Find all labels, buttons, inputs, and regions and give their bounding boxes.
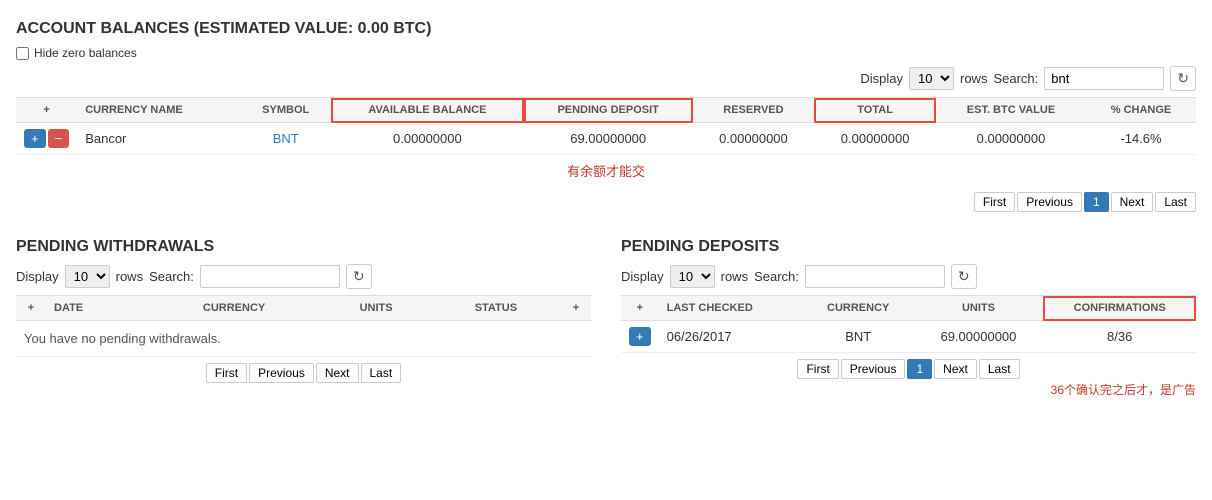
- pd-col-plus: +: [621, 296, 659, 321]
- last-page-button[interactable]: Last: [1155, 192, 1196, 212]
- deposits-table-row: + 06/26/2017 BNT 69.00000000 8/36: [621, 321, 1196, 353]
- est-btc-value: 0.00000000: [936, 123, 1086, 155]
- pd-currency: BNT: [803, 321, 914, 353]
- prev-page-button[interactable]: Previous: [1017, 192, 1082, 212]
- wd-next-button[interactable]: Next: [316, 363, 359, 383]
- wd-col-plus: +: [16, 296, 46, 321]
- add-row-button[interactable]: +: [24, 129, 46, 148]
- wd-col-plus2: +: [561, 296, 591, 321]
- wd-prev-button[interactable]: Previous: [249, 363, 314, 383]
- pd-last-checked: 06/26/2017: [659, 321, 803, 353]
- remove-row-button[interactable]: −: [48, 129, 70, 148]
- col-est-btc: EST. BTC VALUE: [936, 98, 1086, 123]
- rows-label: rows: [960, 71, 987, 86]
- display-label: Display: [860, 71, 903, 86]
- col-reserved: RESERVED: [693, 98, 815, 123]
- deposits-annotation: 36个确认完之后才，是广告: [621, 379, 1196, 400]
- pd-col-last-checked: LAST CHECKED: [659, 296, 803, 321]
- deposits-section: PENDING DEPOSITS Display 10 25 rows Sear…: [621, 228, 1196, 400]
- wd-col-date: DATE: [46, 296, 147, 321]
- pd-current-page-button[interactable]: 1: [907, 359, 932, 379]
- withdrawals-table: + DATE CURRENCY UNITS STATUS + You have …: [16, 295, 591, 357]
- wd-rows-label: rows: [116, 269, 143, 284]
- hide-zero-checkbox[interactable]: [16, 47, 29, 60]
- pd-first-button[interactable]: First: [797, 359, 838, 379]
- col-pending-deposit: PENDING DEPOSIT: [524, 98, 693, 123]
- pd-next-button[interactable]: Next: [934, 359, 977, 379]
- wd-col-units: UNITS: [321, 296, 430, 321]
- account-table-row: + − Bancor BNT 0.00000000 69.00000000 0.…: [16, 123, 1196, 155]
- pd-display-label: Display: [621, 269, 664, 284]
- col-currency-name: CURRENCY NAME: [77, 98, 240, 123]
- change: -14.6%: [1086, 123, 1196, 155]
- wd-search-input[interactable]: [200, 265, 340, 288]
- currency-name: Bancor: [77, 123, 240, 155]
- search-label: Search:: [993, 71, 1038, 86]
- wd-no-data-row: You have no pending withdrawals.: [16, 321, 591, 357]
- pd-display-select[interactable]: 10 25: [670, 265, 715, 288]
- first-page-button[interactable]: First: [974, 192, 1015, 212]
- wd-col-currency: CURRENCY: [147, 296, 322, 321]
- wd-search-label: Search:: [149, 269, 194, 284]
- pd-add-button[interactable]: +: [629, 327, 651, 346]
- wd-display-select[interactable]: 10 25: [65, 265, 110, 288]
- deposits-table: + LAST CHECKED CURRENCY UNITS CONFIRMATI…: [621, 295, 1196, 353]
- wd-refresh-button[interactable]: ↻: [346, 264, 372, 289]
- pd-confirmations: 8/36: [1043, 321, 1196, 353]
- withdrawals-title: PENDING WITHDRAWALS: [16, 238, 591, 256]
- col-available-balance: AVAILABLE BALANCE: [331, 98, 524, 123]
- pd-rows-label: rows: [721, 269, 748, 284]
- current-page-button[interactable]: 1: [1084, 192, 1109, 212]
- col-change: % CHANGE: [1086, 98, 1196, 123]
- wd-col-status: STATUS: [431, 296, 561, 321]
- currency-symbol[interactable]: BNT: [273, 131, 299, 146]
- deposits-title: PENDING DEPOSITS: [621, 238, 1196, 256]
- plus-icon: +: [43, 104, 49, 116]
- account-annotation: 有余额才能交: [16, 155, 1196, 186]
- pd-prev-button[interactable]: Previous: [841, 359, 906, 379]
- pd-refresh-button[interactable]: ↻: [951, 264, 977, 289]
- hide-zero-label: Hide zero balances: [34, 46, 137, 60]
- pd-pagination: First Previous 1 Next Last: [621, 359, 1196, 379]
- wd-last-button[interactable]: Last: [361, 363, 402, 383]
- refresh-button[interactable]: ↻: [1170, 66, 1196, 91]
- wd-first-button[interactable]: First: [206, 363, 247, 383]
- pd-search-input[interactable]: [805, 265, 945, 288]
- wd-pagination: First Previous Next Last: [16, 363, 591, 383]
- account-title: ACCOUNT BALANCES (ESTIMATED VALUE: 0.00 …: [16, 20, 1196, 38]
- reserved: 0.00000000: [693, 123, 815, 155]
- search-input[interactable]: [1044, 67, 1164, 90]
- pd-search-label: Search:: [754, 269, 799, 284]
- pd-col-confirmations: CONFIRMATIONS: [1043, 296, 1196, 321]
- available-balance: 0.00000000: [331, 123, 524, 155]
- next-page-button[interactable]: Next: [1111, 192, 1154, 212]
- col-symbol: SYMBOL: [240, 98, 331, 123]
- total: 0.00000000: [814, 123, 936, 155]
- account-pagination: First Previous 1 Next Last: [16, 192, 1196, 212]
- wd-no-data-text: You have no pending withdrawals.: [16, 321, 591, 357]
- account-table: + CURRENCY NAME SYMBOL AVAILABLE BALANCE…: [16, 97, 1196, 155]
- pd-col-units: UNITS: [914, 296, 1044, 321]
- withdrawals-section: PENDING WITHDRAWALS Display 10 25 rows S…: [16, 228, 591, 400]
- display-rows-select[interactable]: 10 25 50: [909, 67, 954, 90]
- pd-units: 69.00000000: [914, 321, 1044, 353]
- wd-display-label: Display: [16, 269, 59, 284]
- pd-col-currency: CURRENCY: [803, 296, 914, 321]
- pending-deposit: 69.00000000: [524, 123, 693, 155]
- pd-last-button[interactable]: Last: [979, 359, 1020, 379]
- col-total: TOTAL: [814, 98, 936, 123]
